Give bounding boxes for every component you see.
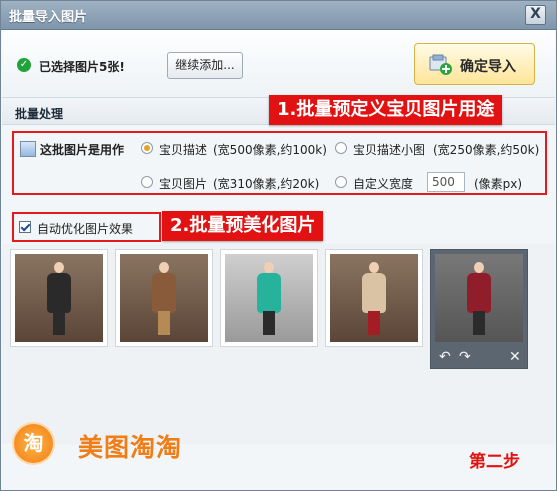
auto-optimize-label[interactable]: 自动优化图片效果 bbox=[37, 220, 133, 237]
photo-thumbnail bbox=[225, 254, 313, 342]
thumbnail-3[interactable] bbox=[220, 249, 318, 347]
add-more-button[interactable]: 继续添加... bbox=[167, 52, 243, 79]
photo-thumbnail bbox=[15, 254, 103, 342]
rotate-left-icon[interactable]: ↶ bbox=[439, 346, 451, 368]
radio-item-image[interactable] bbox=[141, 176, 153, 188]
radio-item-image-label[interactable]: 宝贝图片 bbox=[159, 175, 207, 192]
window-title: 批量导入图片 bbox=[9, 10, 88, 25]
radio-custom-width[interactable] bbox=[335, 176, 347, 188]
thumbnail-gallery: ↶ ↷ ✕ bbox=[2, 244, 555, 444]
success-check-icon: ✓ bbox=[17, 58, 31, 72]
radio-description-small[interactable] bbox=[335, 142, 347, 154]
thumbnail-5-selected[interactable]: ↶ ↷ ✕ bbox=[430, 249, 528, 369]
purpose-image-icon bbox=[20, 141, 36, 157]
thumbnail-2[interactable] bbox=[115, 249, 213, 347]
auto-optimize-group: 自动优化图片效果 bbox=[12, 212, 161, 242]
import-icon bbox=[429, 54, 452, 75]
photo-thumbnail bbox=[330, 254, 418, 342]
radio-description-small-label[interactable]: 宝贝描述小图 bbox=[353, 141, 425, 158]
selected-count-text: 已选择图片5张! bbox=[39, 60, 125, 74]
thumbnail-1[interactable] bbox=[10, 249, 108, 347]
radio-item-image-note: (宽310像素,约20k) bbox=[213, 177, 320, 191]
image-purpose-group: 这批图片是用作 宝贝描述 (宽500像素,约100k) 宝贝描述小图 (宽250… bbox=[12, 131, 547, 195]
close-icon: X bbox=[530, 6, 541, 22]
custom-width-input[interactable]: 500 bbox=[427, 172, 465, 192]
purpose-label: 这批图片是用作 bbox=[40, 143, 125, 157]
remove-icon[interactable]: ✕ bbox=[509, 346, 521, 368]
photo-thumbnail bbox=[435, 254, 523, 342]
radio-description[interactable] bbox=[141, 142, 153, 154]
auto-optimize-checkbox[interactable] bbox=[19, 221, 31, 233]
photo-thumbnail bbox=[120, 254, 208, 342]
batch-process-title: 批量处理 bbox=[15, 107, 64, 121]
radio-description-small-note: (宽250像素,约50k) bbox=[433, 143, 540, 157]
brand-name: 美图淘淘 bbox=[78, 433, 183, 462]
step-label: 第二步 bbox=[469, 452, 520, 472]
rotate-right-icon[interactable]: ↷ bbox=[459, 346, 471, 368]
radio-custom-width-label[interactable]: 自定义宽度 bbox=[353, 175, 413, 192]
title-bar: 批量导入图片 X bbox=[1, 1, 556, 30]
confirm-import-label: 确定导入 bbox=[460, 59, 516, 75]
top-toolbar: ✓ 已选择图片5张! 继续添加... 确定导入 bbox=[2, 30, 555, 98]
radio-description-note: (宽500像素,约100k) bbox=[213, 143, 327, 157]
confirm-import-button[interactable]: 确定导入 bbox=[414, 43, 535, 85]
close-button[interactable]: X bbox=[525, 5, 546, 25]
callout-step-one: 1.批量预定义宝贝图片用途 bbox=[269, 95, 503, 125]
meitu-logo-icon: 淘 bbox=[14, 424, 53, 463]
thumbnail-4[interactable] bbox=[325, 249, 423, 347]
callout-step-two: 2.批量预美化图片 bbox=[162, 211, 324, 241]
radio-description-label[interactable]: 宝贝描述 bbox=[159, 141, 207, 158]
batch-import-window: 批量导入图片 X ✓ 已选择图片5张! 继续添加... 确定导入 批量处理 这批… bbox=[0, 0, 557, 491]
thumbnail-toolbar: ↶ ↷ ✕ bbox=[431, 346, 527, 368]
unit-label: (像素px) bbox=[474, 177, 523, 191]
